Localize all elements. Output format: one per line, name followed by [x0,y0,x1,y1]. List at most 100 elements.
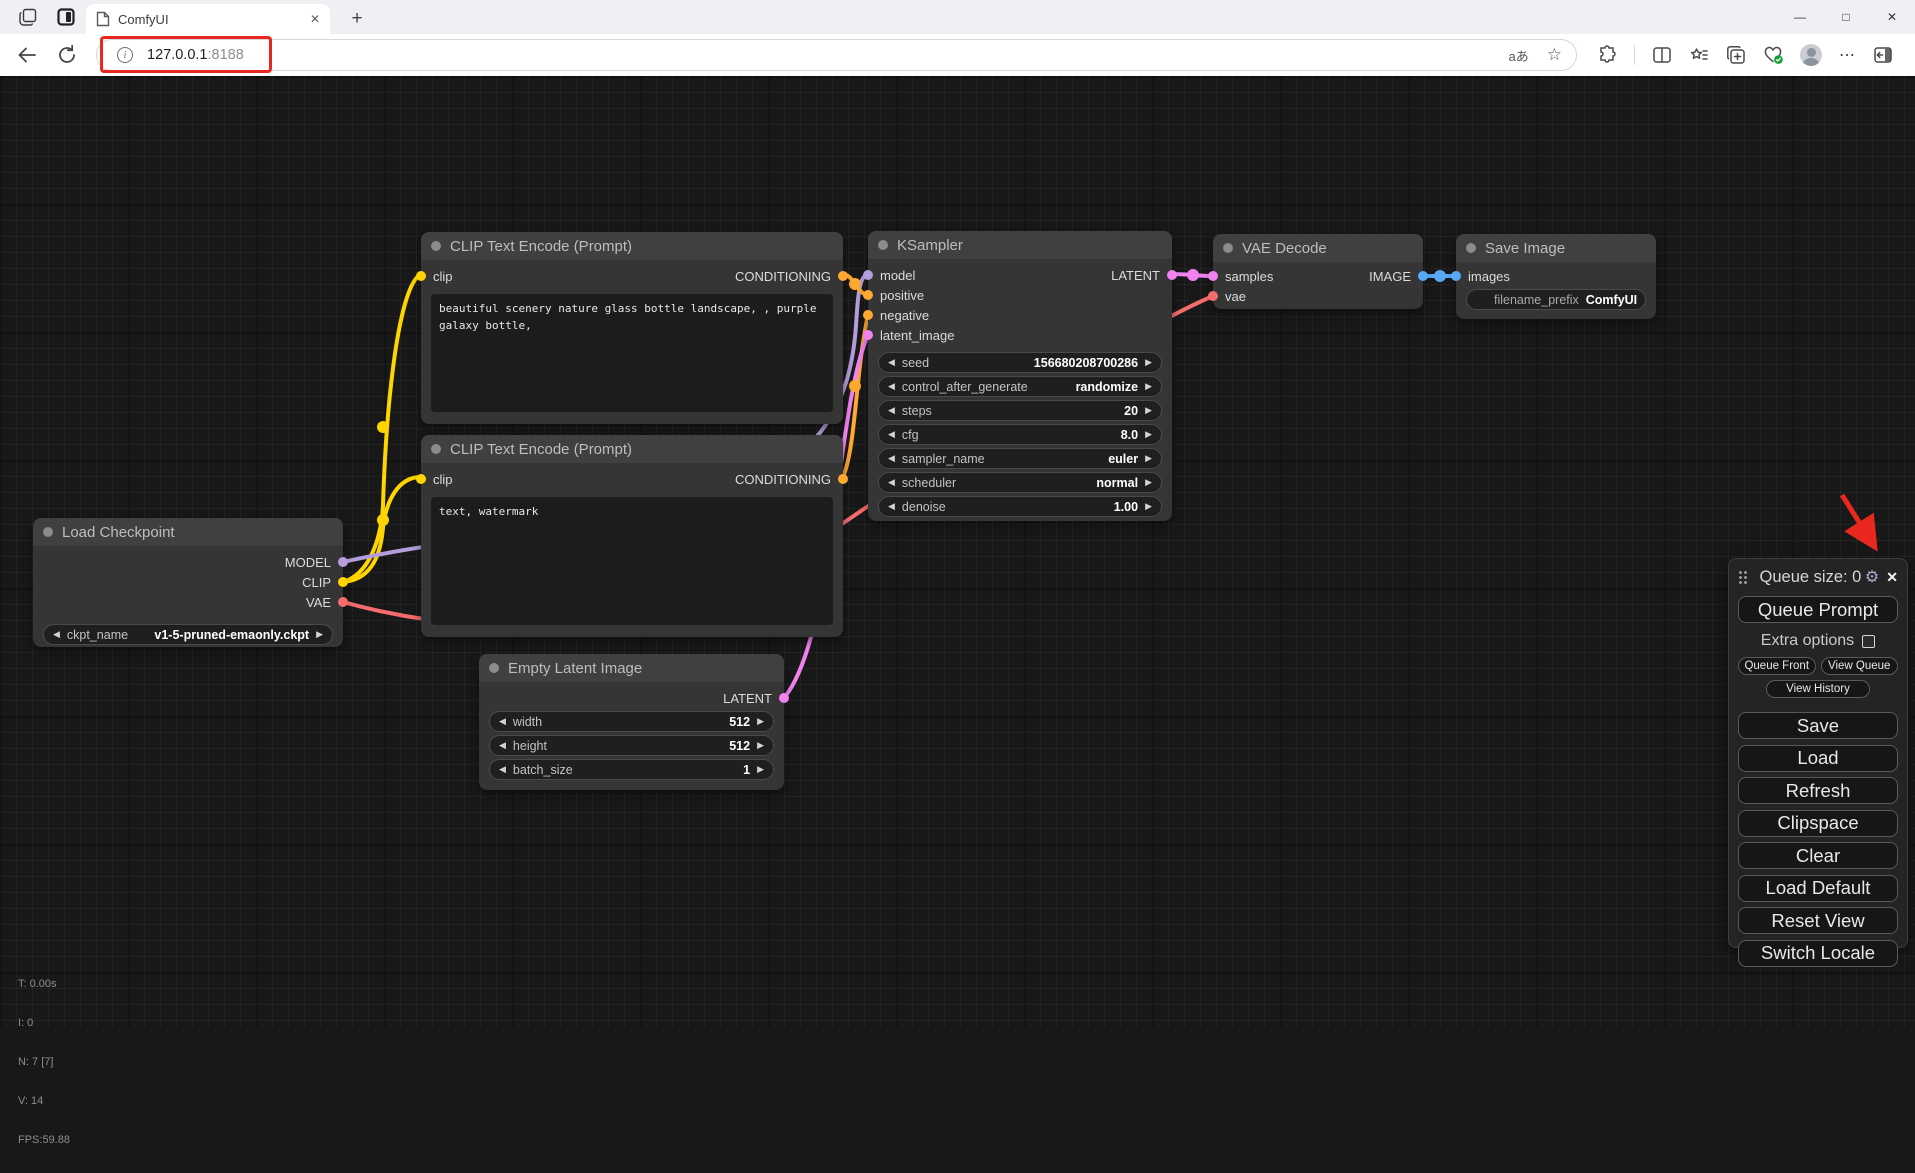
tab-close-icon[interactable]: ✕ [310,12,320,26]
settings-gear-icon[interactable]: ⚙ [1865,567,1879,587]
menu-close-icon[interactable]: ✕ [1886,569,1898,586]
decrement-icon[interactable]: ◀ [888,382,895,391]
node-ksampler[interactable]: KSampler model LATENT positive negative … [863,231,1177,521]
increment-icon[interactable]: ▶ [1145,430,1152,439]
close-window-button[interactable]: ✕ [1869,0,1915,34]
collapse-dot-icon[interactable] [1466,243,1476,253]
port-images-input[interactable] [1451,271,1461,281]
node-clip-text-encode-positive[interactable]: CLIP Text Encode (Prompt) clip CONDITION… [416,232,848,424]
node-empty-latent-image[interactable]: Empty Latent Image LATENT ◀ width 512 ▶ … [479,654,789,790]
minimize-button[interactable]: — [1777,0,1823,34]
node-clip-text-encode-negative[interactable]: CLIP Text Encode (Prompt) clip CONDITION… [416,435,848,637]
prompt-textarea[interactable]: text, watermark [431,497,833,625]
reset-view-button[interactable]: Reset View [1738,907,1898,934]
profile-avatar[interactable] [1800,44,1822,66]
reroute-dot[interactable] [849,278,861,290]
widget-sampler-name[interactable]: ◀ sampler_name euler ▶ [878,448,1162,469]
collapse-dot-icon[interactable] [431,444,441,454]
node-graph-canvas[interactable]: Load Checkpoint MODEL CLIP VAE ◀ ckpt_na… [0,76,1915,1146]
view-queue-button[interactable]: View Queue [1820,657,1898,675]
widget-batch-size[interactable]: ◀ batch_size 1 ▶ [489,759,774,780]
view-history-button[interactable]: View History [1766,680,1870,698]
port-image[interactable] [1418,271,1428,281]
node-header[interactable]: KSampler [868,231,1172,259]
widget-denoise[interactable]: ◀ denoise 1.00 ▶ [878,496,1162,517]
port-conditioning[interactable] [838,474,848,484]
collections-icon[interactable] [1726,45,1746,65]
widget-ckpt-name[interactable]: ◀ ckpt_name v1-5-pruned-emaonly.ckpt ▶ [43,624,333,645]
increment-icon[interactable]: ▶ [316,630,323,639]
refresh-button-menu[interactable]: Refresh [1738,777,1898,804]
increment-icon[interactable]: ▶ [757,741,764,750]
switch-locale-button[interactable]: Switch Locale [1738,939,1898,967]
decrement-icon[interactable]: ◀ [888,502,895,511]
save-button[interactable]: Save [1738,712,1898,739]
comfy-menu-panel[interactable]: Queue size: 0 ⚙ ✕ Queue Prompt Extra opt… [1728,558,1908,967]
extra-options-checkbox[interactable] [1862,634,1876,648]
collapse-dot-icon[interactable] [431,241,441,251]
increment-icon[interactable]: ▶ [1145,382,1152,391]
load-button[interactable]: Load [1738,744,1898,772]
node-header[interactable]: Empty Latent Image [479,654,784,682]
load-default-button[interactable]: Load Default [1738,874,1898,902]
decrement-icon[interactable]: ◀ [888,478,895,487]
increment-icon[interactable]: ▶ [1145,358,1152,367]
node-header[interactable]: VAE Decode [1213,234,1423,262]
port-vae[interactable] [338,597,348,607]
reroute-dot[interactable] [377,421,389,433]
widget-width[interactable]: ◀ width 512 ▶ [489,711,774,732]
port-samples-input[interactable] [1208,271,1218,281]
new-tab-button[interactable]: + [345,7,369,31]
clear-button[interactable]: Clear [1738,842,1898,869]
reroute-dot[interactable] [1434,270,1446,282]
port-model[interactable] [338,557,348,567]
increment-icon[interactable]: ▶ [757,765,764,774]
decrement-icon[interactable]: ◀ [888,358,895,367]
split-screen-icon[interactable] [1652,45,1672,65]
port-clip-input[interactable] [416,271,426,281]
decrement-icon[interactable]: ◀ [499,765,506,774]
refresh-button[interactable] [56,44,78,66]
decrement-icon[interactable]: ◀ [499,717,506,726]
browser-essentials-icon[interactable] [1763,45,1783,65]
widget-cfg[interactable]: ◀ cfg 8.0 ▶ [878,424,1162,445]
decrement-icon[interactable]: ◀ [499,741,506,750]
maximize-button[interactable]: □ [1823,0,1869,34]
collapse-dot-icon[interactable] [1223,243,1233,253]
widget-filename-prefix[interactable]: filename_prefix ComfyUI [1466,289,1646,310]
reroute-dot[interactable] [377,514,389,526]
port-vae-input[interactable] [1208,291,1218,301]
port-positive-input[interactable] [863,290,873,300]
port-latent[interactable] [1167,270,1177,280]
port-negative-input[interactable] [863,310,873,320]
increment-icon[interactable]: ▶ [1145,478,1152,487]
increment-icon[interactable]: ▶ [757,717,764,726]
reroute-dot[interactable] [1187,269,1199,281]
node-header[interactable]: CLIP Text Encode (Prompt) [421,232,843,260]
node-load-checkpoint[interactable]: Load Checkpoint MODEL CLIP VAE ◀ ckpt_na… [33,518,348,647]
more-menu-icon[interactable]: ⋯ [1839,45,1856,65]
widget-height[interactable]: ◀ height 512 ▶ [489,735,774,756]
collapse-dot-icon[interactable] [489,663,499,673]
widget-control-after-generate[interactable]: ◀ control_after_generate randomize ▶ [878,376,1162,397]
increment-icon[interactable]: ▶ [1145,502,1152,511]
decrement-icon[interactable]: ◀ [888,406,895,415]
widget-scheduler[interactable]: ◀ scheduler normal ▶ [878,472,1162,493]
favorite-star-icon[interactable]: ☆ [1547,45,1562,65]
prompt-textarea[interactable]: beautiful scenery nature glass bottle la… [431,294,833,412]
decrement-icon[interactable]: ◀ [53,630,60,639]
browser-tab[interactable]: ComfyUI ✕ [86,4,330,34]
port-clip[interactable] [338,577,348,587]
favorites-icon[interactable] [1689,45,1709,65]
clipspace-button[interactable]: Clipspace [1738,809,1898,837]
queue-front-button[interactable]: Queue Front [1738,657,1816,675]
sidebar-toggle-icon[interactable] [1873,45,1893,65]
node-header[interactable]: Load Checkpoint [33,518,343,546]
node-save-image[interactable]: Save Image images filename_prefix ComfyU… [1451,234,1656,319]
port-model-input[interactable] [863,270,873,280]
node-header[interactable]: Save Image [1456,234,1656,262]
node-header[interactable]: CLIP Text Encode (Prompt) [421,435,843,463]
decrement-icon[interactable]: ◀ [888,454,895,463]
workspaces-icon[interactable] [18,7,38,27]
collapse-dot-icon[interactable] [43,527,53,537]
